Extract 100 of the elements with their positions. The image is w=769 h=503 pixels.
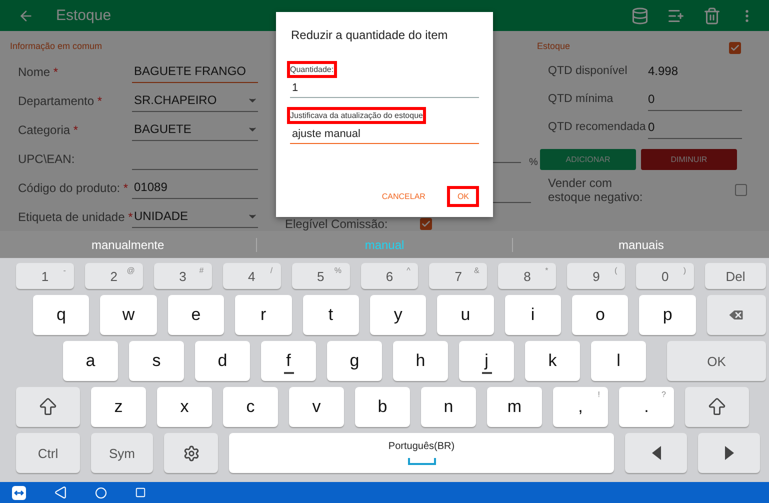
field-label: Código do produto: * [17, 180, 130, 194]
field-label: Elegível Comissão: [285, 217, 389, 231]
right-arrow-key[interactable] [698, 433, 760, 473]
back-icon[interactable] [18, 8, 34, 24]
keyboard-key[interactable]: w [100, 295, 157, 335]
keyboard-key[interactable]: v [289, 387, 344, 427]
field-label: Categoria * [17, 122, 80, 136]
percent-suffix: % [529, 157, 538, 168]
keyboard-key[interactable]: u [437, 295, 494, 335]
left-arrow-icon [652, 446, 660, 460]
keyboard-key[interactable]: z [91, 387, 146, 427]
keyboard-key[interactable]: 6 ^ [360, 263, 418, 289]
secondary-symbol: ^ [406, 266, 410, 275]
keyboard-key[interactable]: s [129, 341, 184, 381]
recents-icon[interactable] [135, 487, 146, 498]
checkbox[interactable] [420, 218, 432, 230]
field-label: Vender com estoque negativo: [548, 176, 644, 204]
secondary-symbol: @ [126, 266, 135, 275]
settings-icon [182, 444, 200, 462]
keyboard-key[interactable]: . ? [619, 387, 674, 427]
app-title: Estoque [56, 7, 112, 24]
secondary-symbol: - [63, 266, 66, 275]
keyboard-key[interactable]: x [157, 387, 212, 427]
shift-key[interactable] [16, 387, 80, 427]
keyboard-key[interactable]: h [393, 341, 448, 381]
keyboard-key[interactable]: c [223, 387, 278, 427]
keyboard-key[interactable]: , ! [553, 387, 608, 427]
secondary-symbol: & [474, 266, 480, 275]
keyboard-key[interactable]: 1 - [16, 263, 74, 289]
keyboard-key[interactable]: f [261, 341, 316, 381]
keyboard-key[interactable]: l [591, 341, 646, 381]
keyboard-key[interactable]: p [639, 295, 696, 335]
keyboard-key[interactable]: m [487, 387, 542, 427]
keyboard-key[interactable]: a [63, 341, 118, 381]
shift-icon [37, 396, 59, 418]
keyboard-key[interactable]: Del [705, 263, 766, 289]
trash-icon[interactable] [703, 6, 721, 24]
secondary-symbol: ) [683, 266, 686, 275]
keyboard-key[interactable]: e [168, 295, 224, 335]
field-label: QTD mínima [548, 93, 614, 105]
quantity-field[interactable]: 0 [648, 116, 742, 138]
field-label: Etiqueta de unidade * [17, 210, 132, 224]
checkbox[interactable] [735, 184, 747, 196]
keyboard-key[interactable]: d [195, 341, 250, 381]
keyboard-key[interactable]: k [525, 341, 580, 381]
keyboard-key[interactable]: 9 ( [567, 263, 626, 289]
shift-icon [706, 396, 728, 418]
back-icon[interactable] [54, 486, 67, 499]
keyboard-key[interactable]: Sym [91, 433, 153, 473]
remote-app-icon[interactable] [12, 486, 26, 500]
settings-key[interactable] [164, 433, 218, 473]
keyboard-key[interactable]: r [235, 295, 292, 335]
input-field[interactable]: 1 [290, 80, 479, 98]
keyboard-key[interactable]: Ctrl [16, 433, 80, 473]
keyboard-key[interactable]: j [459, 341, 514, 381]
secondary-symbol: ! [598, 390, 600, 399]
secondary-symbol: * [545, 266, 548, 275]
form-field[interactable]: SR.CHAPEIRO [132, 90, 258, 112]
right-arrow-icon [724, 446, 734, 460]
space-icon [408, 458, 436, 465]
keyboard-key[interactable]: OK [667, 341, 766, 381]
database-icon[interactable] [631, 6, 649, 24]
quantity-field[interactable]: 0 [648, 88, 742, 110]
keyboard-key[interactable]: g [327, 341, 382, 381]
shift-key[interactable] [685, 387, 749, 427]
field-label: Nome * [17, 64, 60, 78]
left-arrow-key[interactable] [625, 433, 687, 473]
keyboard-key[interactable]: 8 * [498, 263, 556, 289]
checkbox[interactable] [729, 42, 741, 54]
keyboard-key[interactable]: o [572, 295, 628, 335]
field-label: Departamento * [17, 94, 104, 108]
form-field[interactable]: 01089 [132, 176, 258, 198]
section-title: Estoque [537, 40, 570, 53]
keyboard-key[interactable]: 0 ) [636, 263, 694, 289]
keyboard-key[interactable]: 3 # [154, 263, 212, 289]
dialog-title: Reduzir a quantidade do item [291, 28, 449, 42]
form-field[interactable]: BAGUETE [132, 118, 258, 140]
keyboard-key[interactable]: t [302, 295, 359, 335]
backspace-key[interactable] [706, 295, 766, 335]
space-key[interactable]: Português(BR) [229, 433, 614, 473]
secondary-symbol: % [334, 266, 342, 275]
home-icon[interactable] [95, 486, 107, 498]
keyboard-key[interactable]: b [355, 387, 410, 427]
field-label: QTD disponível [548, 65, 628, 77]
keyboard-key[interactable]: i [504, 295, 561, 335]
keyboard-key[interactable]: 5 % [292, 263, 350, 289]
keyboard-key[interactable]: 2 @ [84, 263, 143, 289]
form-field[interactable]: UNIDADE [132, 206, 258, 228]
keyboard-key[interactable]: y [370, 295, 426, 335]
field-label: UPC\EAN: [17, 152, 76, 166]
input-field[interactable]: ajuste manual [290, 126, 479, 144]
field-label: Quantidade: [288, 62, 336, 77]
secondary-symbol: # [199, 266, 204, 275]
keyboard-key[interactable]: n [421, 387, 476, 427]
form-field[interactable]: BAGUETE FRANGO [132, 60, 258, 82]
secondary-symbol: / [270, 266, 273, 275]
keyboard-key[interactable]: q [33, 295, 90, 335]
keyboard-key[interactable]: 7 & [429, 263, 488, 289]
field-label: Justificava da atualização do estoque [288, 108, 425, 123]
keyboard-key[interactable]: 4 / [222, 263, 281, 289]
